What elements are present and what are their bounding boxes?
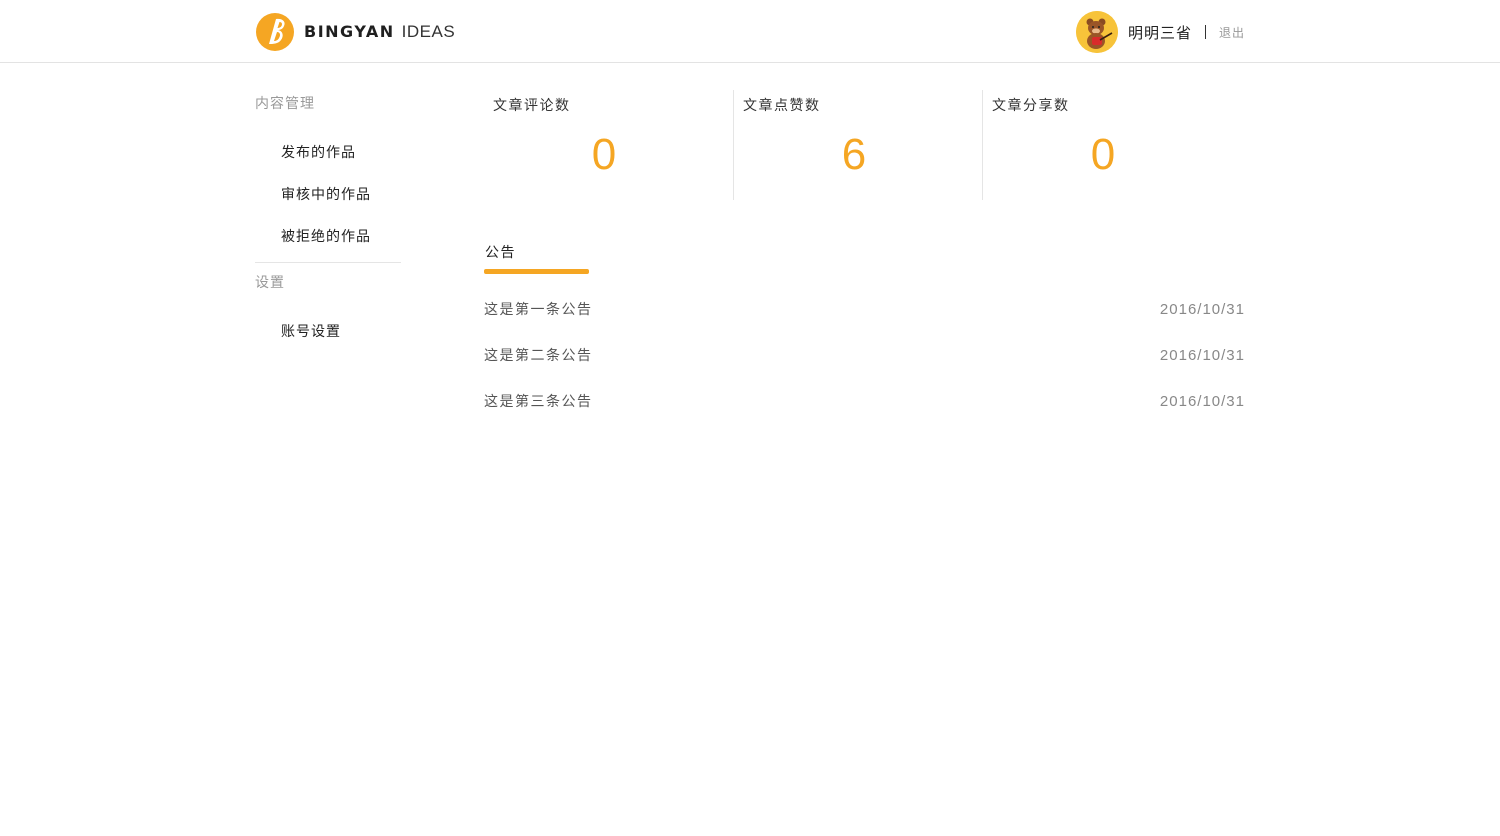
top-header: BINGYAN IDEAS 明明三省 退出 xyxy=(0,0,1500,63)
stat-value: 0 xyxy=(591,130,617,179)
stat-label: 文章评论数 xyxy=(493,98,571,114)
notice-title[interactable]: 这是第一条公告 xyxy=(484,299,593,319)
brand-subtitle: IDEAS xyxy=(401,22,456,41)
list-item[interactable]: 这是第一条公告 2016/10/31 xyxy=(484,286,1245,332)
sidebar-divider xyxy=(255,262,401,263)
stat-likes: 文章点赞数 6 xyxy=(733,90,982,200)
stat-value: 6 xyxy=(841,130,867,179)
stat-label: 文章分享数 xyxy=(992,98,1070,114)
sidebar-item-published[interactable]: 发布的作品 xyxy=(255,132,401,174)
sidebar-item-account-settings[interactable]: 账号设置 xyxy=(255,311,401,353)
avatar[interactable] xyxy=(1075,11,1118,53)
notice-date: 2016/10/31 xyxy=(1159,300,1245,318)
sidebar-item-reviewing[interactable]: 审核中的作品 xyxy=(255,174,401,216)
bear-avatar-icon xyxy=(1075,11,1118,53)
notice-title[interactable]: 这是第二条公告 xyxy=(484,345,593,365)
sidebar-group-title-settings: 设置 xyxy=(255,275,285,291)
sidebar-group-title-content: 内容管理 xyxy=(255,96,315,112)
sidebar: 内容管理 发布的作品 审核中的作品 被拒绝的作品 设置 账号设置 xyxy=(255,90,401,353)
brand-name: BINGYAN xyxy=(304,22,395,41)
notice-list: 这是第一条公告 2016/10/31 这是第二条公告 2016/10/31 这是… xyxy=(484,286,1245,424)
notice-title[interactable]: 这是第三条公告 xyxy=(484,391,593,411)
logout-link[interactable]: 退出 xyxy=(1219,24,1245,41)
notice-date: 2016/10/31 xyxy=(1159,392,1245,410)
header-divider xyxy=(1204,25,1206,39)
bingyan-logo-icon xyxy=(256,13,294,51)
notice-section: 公告 这是第一条公告 2016/10/31 这是第二条公告 2016/10/31… xyxy=(484,238,1245,424)
notice-date: 2016/10/31 xyxy=(1159,346,1245,364)
stat-value: 0 xyxy=(1090,130,1116,179)
user-area: 明明三省 退出 xyxy=(1075,11,1245,53)
stat-shares: 文章分享数 0 xyxy=(982,90,1231,200)
stat-label: 文章点赞数 xyxy=(743,98,821,114)
tab-active-indicator xyxy=(484,269,589,274)
user-name[interactable]: 明明三省 xyxy=(1128,22,1192,43)
stats-panel: 文章评论数 0 文章点赞数 6 文章分享数 0 xyxy=(484,90,1245,200)
brand-wordmark: BINGYAN IDEAS xyxy=(304,22,455,42)
tab-notice[interactable]: 公告 xyxy=(484,238,516,266)
stat-comments: 文章评论数 0 xyxy=(484,90,733,200)
list-item[interactable]: 这是第二条公告 2016/10/31 xyxy=(484,332,1245,378)
list-item[interactable]: 这是第三条公告 2016/10/31 xyxy=(484,378,1245,424)
brand-logo[interactable]: BINGYAN IDEAS xyxy=(255,10,455,54)
sidebar-item-rejected[interactable]: 被拒绝的作品 xyxy=(255,216,401,258)
